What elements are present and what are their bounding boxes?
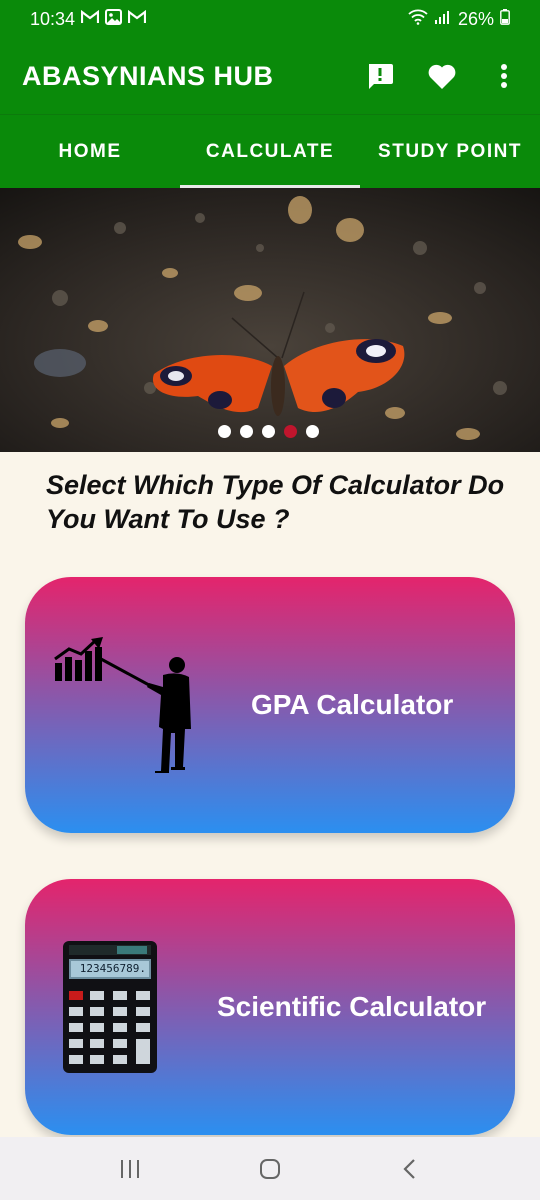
battery-icon <box>500 9 510 29</box>
slider-dot[interactable] <box>239 425 253 438</box>
scientific-calculator-button[interactable]: 123456789. Scientific Calculator <box>25 879 515 1135</box>
status-right: 26% <box>408 9 510 30</box>
app-title: ABASYNIANS HUB <box>22 60 274 91</box>
status-time: 10:34 <box>30 8 76 29</box>
signal-icon <box>434 10 452 28</box>
favorite-icon[interactable] <box>424 58 460 94</box>
back-icon[interactable] <box>380 1144 440 1194</box>
tab-home[interactable]: HOME <box>0 115 180 189</box>
wifi-icon <box>408 9 428 29</box>
scientific-calculator-label: Scientific Calculator <box>217 991 487 1022</box>
gpa-calculator-button[interactable]: GPA Calculator <box>25 577 515 833</box>
gpa-calculator-label: GPA Calculator <box>251 689 454 720</box>
battery-level: 26% <box>457 8 494 29</box>
slider-dot-active[interactable] <box>283 425 297 438</box>
feedback-icon[interactable] <box>362 58 398 94</box>
presentation-chart-icon <box>54 637 191 773</box>
page-prompt: Select Which Type Of Calculator Do You W… <box>46 470 505 534</box>
tab-study-point[interactable]: STUDY POINT <box>360 115 540 189</box>
calculator-display: 123456789. <box>79 962 146 975</box>
app-bar: ABASYNIANS HUB <box>0 38 540 114</box>
tab-bar: HOME CALCULATE STUDY POINT <box>0 114 540 189</box>
tab-calculate[interactable]: CALCULATE <box>180 115 360 189</box>
status-left: 10:34 <box>30 8 147 30</box>
slider-dots <box>0 425 540 438</box>
gmail-icon <box>127 9 147 28</box>
butterfly-image <box>0 188 540 452</box>
more-vert-icon[interactable] <box>486 58 522 94</box>
slider-dot[interactable] <box>305 425 319 438</box>
slider-dot[interactable] <box>217 425 231 438</box>
status-bar: 10:34 26% <box>0 0 540 38</box>
slider-dot[interactable] <box>261 425 275 438</box>
calculator-icon: 123456789. <box>63 941 157 1073</box>
gallery-icon <box>105 9 123 29</box>
home-icon[interactable] <box>240 1144 300 1194</box>
recents-icon[interactable] <box>100 1144 160 1194</box>
system-nav-bar <box>0 1137 540 1200</box>
banner-slider[interactable] <box>0 188 540 452</box>
app-actions <box>362 58 522 94</box>
gmail-icon <box>80 9 100 28</box>
